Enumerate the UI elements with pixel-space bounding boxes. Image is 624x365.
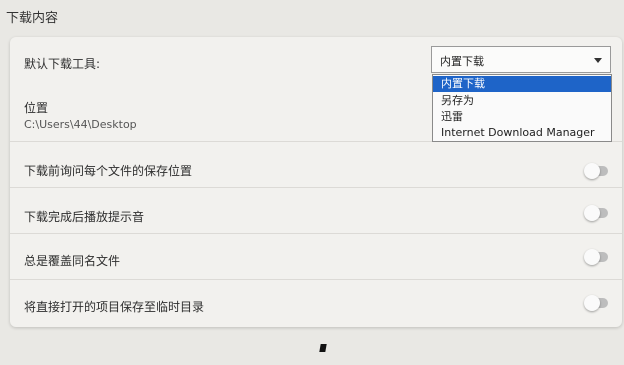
dropdown-option[interactable]: 内置下载 — [433, 76, 611, 92]
ask-location-toggle[interactable] — [584, 163, 608, 179]
location-path: C:\Users\44\Desktop — [24, 118, 137, 131]
row-temp-dir[interactable]: 将直接打开的项目保存至临时目录 — [10, 279, 622, 328]
toggle-knob — [584, 249, 600, 265]
location-label: 位置 — [24, 101, 49, 115]
overwrite-label: 总是覆盖同名文件 — [24, 254, 121, 268]
dropdown-option[interactable]: 迅雷 — [433, 109, 611, 125]
mouse-cursor — [319, 344, 327, 352]
temp-dir-label: 将直接打开的项目保存至临时目录 — [24, 300, 205, 314]
overwrite-toggle[interactable] — [584, 249, 608, 265]
section-title: 下载内容 — [6, 11, 59, 26]
chevron-down-icon — [594, 58, 602, 63]
toggle-knob — [584, 205, 600, 221]
toggle-knob — [584, 295, 600, 311]
play-sound-toggle[interactable] — [584, 205, 608, 221]
dropdown-option[interactable]: Internet Download Manager — [433, 125, 611, 141]
download-tool-dropdown: 内置下载 另存为 迅雷 Internet Download Manager — [432, 74, 612, 142]
toggle-knob — [584, 163, 600, 179]
row-play-sound[interactable]: 下载完成后播放提示音 — [10, 187, 622, 234]
dropdown-option[interactable]: 另存为 — [433, 93, 611, 109]
download-tool-select[interactable]: 内置下载 — [431, 46, 611, 73]
ask-location-label: 下载前询问每个文件的保存位置 — [24, 164, 193, 178]
row-ask-location[interactable]: 下载前询问每个文件的保存位置 — [10, 141, 622, 188]
default-tool-label: 默认下载工具: — [24, 57, 101, 71]
temp-dir-toggle[interactable] — [584, 295, 608, 311]
select-value: 内置下载 — [440, 55, 484, 68]
row-overwrite[interactable]: 总是覆盖同名文件 — [10, 233, 622, 280]
play-sound-label: 下载完成后播放提示音 — [24, 210, 145, 224]
